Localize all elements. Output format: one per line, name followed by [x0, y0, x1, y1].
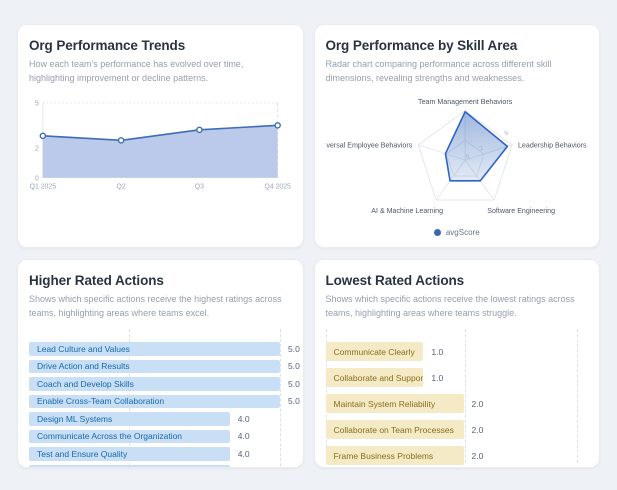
bar: Test and Ensure Quality	[29, 447, 230, 461]
bar-category-label: Collaborate and Support ...	[334, 373, 424, 383]
radar-axis-label: Software Engineering	[487, 207, 555, 215]
card-subtitle: Shows which specific actions receive the…	[326, 293, 581, 320]
bar: Design ML Systems	[29, 412, 230, 426]
x-tick-label: Q2	[117, 184, 126, 191]
bar: Coach and Develop Skills	[29, 377, 280, 391]
bar-category-label: Maintain System Reliability	[334, 399, 436, 409]
radar-axis-label: AI & Machine Learning	[371, 207, 443, 215]
radar-chart-svg: 025Team Management BehaviorsLeadership B…	[326, 91, 589, 223]
card-title: Org Performance by Skill Area	[326, 38, 589, 53]
bar-category-label: Communicate Clearly	[334, 347, 415, 357]
trends-area-chart: 0 2 5 Q1 2025 Q2 Q3 Q4 2025	[29, 91, 292, 197]
bar-category-label: Review Code Effectively	[37, 466, 129, 468]
bar-row: Frame Business Problems 2.0	[326, 446, 589, 465]
bar-category-label: Design ML Systems	[37, 414, 112, 424]
higher-rated-bar-chart: Lead Culture and Values5.0 Drive Action a…	[29, 329, 292, 468]
y-tick-label: 5	[35, 100, 39, 107]
bar: Maintain System Reliability	[326, 394, 464, 413]
bar-category-label: Lead Culture and Values	[37, 344, 130, 354]
bar: Enable Cross-Team Collaboration	[29, 395, 280, 409]
bar-row: Collaborate on Team Processes 2.0	[326, 420, 589, 439]
radar-polygon	[445, 112, 507, 181]
data-point	[119, 138, 124, 143]
radius-tick-label: 5	[503, 130, 510, 137]
x-tick-label: Q4 2025	[264, 184, 291, 191]
card-higher-rated-actions: Higher Rated Actions Shows which specifi…	[17, 259, 304, 468]
radar-axis-label: Universal Employee Behaviors	[326, 141, 413, 149]
x-tick-label: Q1 2025	[30, 184, 57, 191]
lowest-rated-bar-chart: Communicate Clearly1.0Collaborate and Su…	[326, 329, 589, 465]
bar-value-label: 4.0	[238, 431, 250, 441]
y-tick-label: 0	[35, 175, 39, 182]
card-subtitle: How each team's performance has evolved …	[29, 58, 284, 85]
area-fill	[43, 125, 278, 177]
bar-value-label: 2.0	[472, 451, 484, 461]
bar: Drive Action and Results	[29, 360, 280, 374]
bar-row: Test and Ensure Quality 4.0	[29, 447, 292, 461]
card-title: Lowest Rated Actions	[326, 273, 589, 288]
bar: Communicate Across the Organization	[29, 430, 230, 444]
radar-legend: avgScore	[315, 228, 600, 237]
legend-dot-icon	[434, 229, 441, 236]
bar-value-label: 4.0	[238, 466, 250, 468]
bar-value-label: 1.0	[431, 373, 443, 383]
bar-row: Maintain System Reliability 2.0	[326, 394, 589, 413]
bar-row: Communicate Across the Organization 4.0	[29, 430, 292, 444]
data-point	[197, 127, 202, 132]
data-point	[40, 133, 45, 138]
bar-value-label: 5.0	[288, 361, 300, 371]
bar-value-label: 5.0	[288, 396, 300, 406]
legend-label: avgScore	[446, 228, 480, 237]
bar: Collaborate and Support ...	[326, 368, 424, 387]
card-title: Org Performance Trends	[29, 38, 292, 53]
bar-row: Collaborate and Support ... 1.0	[326, 368, 589, 387]
radar-axis-label: Team Management Behaviors	[418, 98, 513, 106]
card-org-performance-trends: Org Performance Trends How each team's p…	[17, 24, 304, 248]
x-tick-label: Q3	[195, 184, 204, 191]
bar: Communicate Clearly	[326, 342, 424, 361]
bar: Lead Culture and Values	[29, 342, 280, 356]
bar-value-label: 4.0	[238, 449, 250, 459]
skill-radar-chart: 025Team Management BehaviorsLeadership B…	[326, 91, 589, 228]
y-tick-label: 2	[35, 145, 39, 152]
bar-category-label: Drive Action and Results	[37, 361, 130, 371]
data-point	[275, 123, 280, 128]
bar-row: Review Code Effectively 4.0	[29, 465, 292, 469]
card-title: Higher Rated Actions	[29, 273, 292, 288]
bar: Frame Business Problems	[326, 446, 464, 465]
bar-category-label: Frame Business Problems	[334, 451, 434, 461]
bar-category-label: Communicate Across the Organization	[37, 431, 182, 441]
bar-row: Enable Cross-Team Collaboration5.0	[29, 395, 292, 409]
bar-row: Coach and Develop Skills5.0	[29, 377, 292, 391]
bar-value-label: 2.0	[472, 399, 484, 409]
bar-value-label: 4.0	[238, 414, 250, 424]
bar-row: Drive Action and Results5.0	[29, 360, 292, 374]
radar-axis-label: Leadership Behaviors	[517, 141, 586, 149]
dashboard: Org Performance Trends How each team's p…	[0, 0, 617, 488]
bar-row: Communicate Clearly 1.0	[326, 342, 589, 361]
card-lowest-rated-actions: Lowest Rated Actions Shows which specifi…	[314, 259, 601, 468]
bar-row: Design ML Systems 4.0	[29, 412, 292, 426]
bar-row: Lead Culture and Values5.0	[29, 342, 292, 356]
bar-value-label: 5.0	[288, 344, 300, 354]
bar: Collaborate on Team Processes	[326, 420, 464, 439]
bar-value-label: 1.0	[431, 347, 443, 357]
bar-category-label: Coach and Develop Skills	[37, 379, 134, 389]
bar-value-label: 2.0	[472, 425, 484, 435]
bar-category-label: Test and Ensure Quality	[37, 449, 127, 459]
bar-category-label: Enable Cross-Team Collaboration	[37, 396, 164, 406]
bar-category-label: Collaborate on Team Processes	[334, 425, 454, 435]
card-skill-area-radar: Org Performance by Skill Area Radar char…	[314, 24, 601, 248]
bar-value-label: 5.0	[288, 379, 300, 389]
card-subtitle: Shows which specific actions receive the…	[29, 293, 284, 320]
card-subtitle: Radar chart comparing performance across…	[326, 58, 581, 85]
area-chart-svg: 0 2 5 Q1 2025 Q2 Q3 Q4 2025	[29, 91, 292, 192]
bar: Review Code Effectively	[29, 465, 230, 469]
dashboard-grid: Org Performance Trends How each team's p…	[17, 24, 600, 468]
